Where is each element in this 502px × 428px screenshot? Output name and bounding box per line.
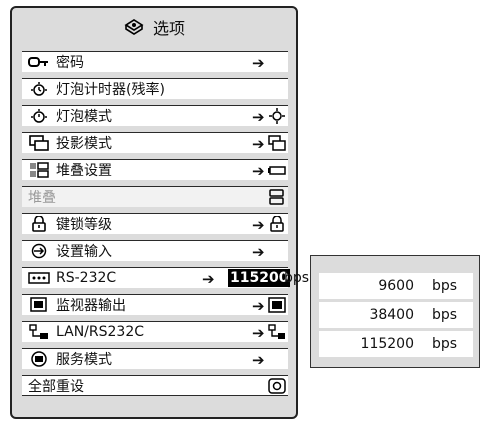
baud-rate-submenu: 9600 bps 38400 bps 115200 bps <box>310 255 480 368</box>
menu-item-rs232c[interactable]: RS-232C ➔ 115200 bps <box>22 267 309 288</box>
option-unit: bps <box>432 307 458 323</box>
service-icon <box>31 351 47 367</box>
arrow-right-icon: ➔ <box>202 270 215 288</box>
lock-icon <box>32 216 46 232</box>
keylock-icon <box>270 216 284 232</box>
menu-item-set-inputs[interactable]: 设置输入 ➔ <box>22 240 288 261</box>
arrow-right-icon: ➔ <box>252 324 265 342</box>
menu-item-lan-rs232c[interactable]: LAN/RS232C ➔ <box>22 321 288 342</box>
monitor-icon <box>30 297 47 312</box>
menu-item-label: 堆叠 <box>28 190 56 206</box>
options-menu: 选项 密码 ➔ 灯泡计时器(残率) 灯泡模式 ➔ 投影模式 ➔ 堆叠设置 ➔ 堆… <box>10 6 309 419</box>
menu-item-label: 堆叠设置 <box>56 163 112 179</box>
arrow-right-icon: ➔ <box>252 135 265 153</box>
menu-item-label: 服务模式 <box>56 352 112 368</box>
menu-item-label: 密码 <box>56 55 84 71</box>
option-unit: bps <box>432 278 458 294</box>
arrow-right-icon: ➔ <box>252 297 265 315</box>
menu-item-password[interactable]: 密码 ➔ <box>22 51 288 72</box>
serial-port-icon <box>28 272 50 284</box>
menu-item-label: 设置输入 <box>56 244 112 260</box>
menu-item-label: 键锁等级 <box>56 217 112 233</box>
arrow-right-icon: ➔ <box>252 108 265 126</box>
stack-mode-icon <box>268 166 286 175</box>
menu-item-label: RS-232C <box>56 270 117 286</box>
menu-item-label: 监视器输出 <box>56 298 126 314</box>
menu-item-all-reset[interactable]: 全部重设 <box>22 375 288 396</box>
menu-item-label: LAN/RS232C <box>56 324 144 340</box>
menu-item-label: 投影模式 <box>56 136 112 152</box>
options-icon <box>124 19 144 35</box>
reset-icon <box>268 378 286 394</box>
lamp-icon <box>31 109 47 123</box>
menu-item-label: 灯泡计时器(残率) <box>56 82 165 98</box>
menu-item-lamp-timer[interactable]: 灯泡计时器(残率) <box>22 78 288 99</box>
baud-option-9600[interactable]: 9600 bps <box>319 273 473 299</box>
arrow-right-icon: ➔ <box>252 351 265 369</box>
baud-rate-unit: bps <box>284 270 310 286</box>
option-value: 9600 <box>378 278 414 294</box>
arrow-right-icon: ➔ <box>252 216 265 234</box>
input-setting-icon <box>31 243 47 259</box>
menu-item-label: 全部重设 <box>28 378 84 395</box>
menu-title: 选项 <box>152 19 185 38</box>
stack-status-icon <box>269 189 284 205</box>
lamp-mode-icon <box>269 108 285 124</box>
lamp-timer-icon <box>31 82 47 96</box>
option-value: 115200 <box>360 336 414 352</box>
arrow-right-icon: ➔ <box>252 54 265 72</box>
arrow-right-icon: ➔ <box>252 162 265 180</box>
network-icon <box>29 324 48 339</box>
baud-option-38400[interactable]: 38400 bps <box>319 302 473 328</box>
option-unit: bps <box>432 336 458 352</box>
key-icon <box>28 57 48 67</box>
stack-icon <box>30 162 49 178</box>
monitor-out-icon <box>268 297 286 313</box>
option-value: 38400 <box>369 307 414 323</box>
menu-item-stack-setting[interactable]: 堆叠设置 ➔ <box>22 159 288 180</box>
menu-item-monitor-out[interactable]: 监视器输出 ➔ <box>22 294 288 315</box>
menu-header: 选项 <box>12 14 296 40</box>
menu-item-label: 灯泡模式 <box>56 109 112 125</box>
baud-rate-value[interactable]: 115200 <box>228 269 291 287</box>
projection-mode-icon <box>268 135 286 151</box>
projection-icon <box>29 135 49 151</box>
arrow-right-icon: ➔ <box>252 243 265 261</box>
baud-option-115200[interactable]: 115200 bps <box>319 331 473 357</box>
menu-item-lamp-mode[interactable]: 灯泡模式 ➔ <box>22 105 288 126</box>
menu-item-stack: 堆叠 <box>22 186 288 207</box>
menu-item-projection-mode[interactable]: 投影模式 ➔ <box>22 132 288 153</box>
menu-item-keylock-level[interactable]: 键锁等级 ➔ <box>22 213 288 234</box>
menu-item-service-mode[interactable]: 服务模式 ➔ <box>22 348 288 369</box>
lan-icon <box>268 324 285 339</box>
